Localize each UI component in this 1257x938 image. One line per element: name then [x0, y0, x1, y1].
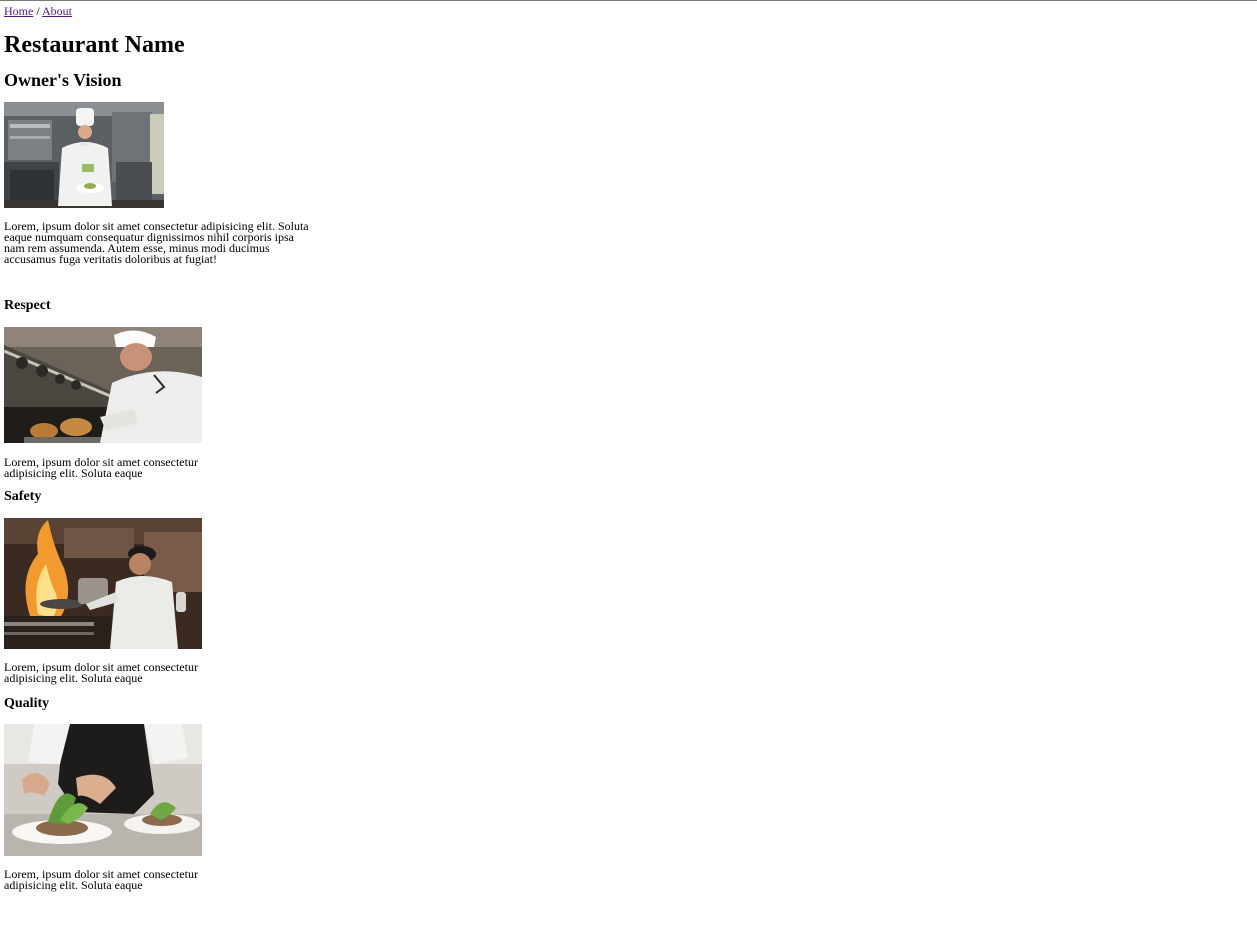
breadcrumb-about-link[interactable]: About	[42, 4, 72, 18]
respect-heading: Respect	[4, 298, 51, 313]
owner-vision-text: Lorem, ipsum dolor sit amet consectetur …	[4, 219, 309, 266]
safety-text: Lorem, ipsum dolor sit amet consectetur …	[4, 660, 198, 685]
respect-text: Lorem, ipsum dolor sit amet consectetur …	[4, 455, 198, 480]
quality-heading: Quality	[4, 696, 50, 711]
safety-image	[4, 518, 202, 649]
safety-heading: Safety	[4, 489, 42, 504]
top-border	[0, 0, 1257, 1]
breadcrumb-separator: /	[33, 4, 42, 18]
owner-vision-image	[4, 102, 164, 208]
breadcrumb: Home / About	[4, 4, 72, 18]
quality-image	[4, 724, 202, 856]
quality-text: Lorem, ipsum dolor sit amet consectetur …	[4, 867, 198, 892]
site-title: Restaurant Name	[4, 32, 185, 58]
breadcrumb-home-link[interactable]: Home	[4, 4, 33, 18]
respect-image	[4, 327, 202, 443]
owners-vision-heading: Owner's Vision	[4, 70, 122, 90]
